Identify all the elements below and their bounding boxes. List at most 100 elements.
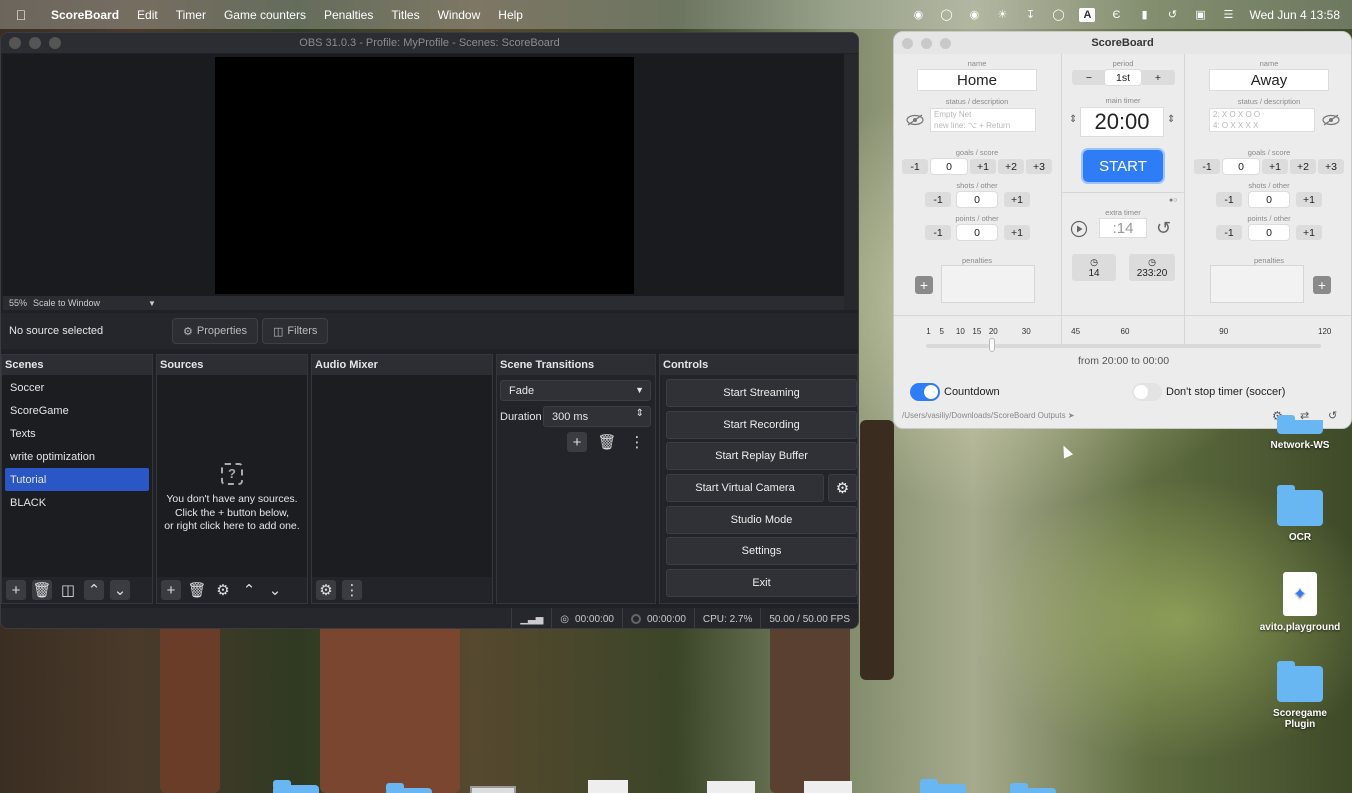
period-minus-button[interactable]: − [1072,70,1106,85]
duration-stepper[interactable]: 300 ms ⇕ [543,406,651,427]
duration-slider-track[interactable] [926,344,1321,348]
away-penalties-list[interactable] [1210,265,1304,303]
menu-timer[interactable]: Timer [167,8,215,22]
start-button[interactable]: START [1083,150,1163,182]
dont-stop-toggle[interactable] [1132,383,1162,401]
time-machine-icon[interactable]: ↺ [1165,8,1179,22]
away-add-penalty-button[interactable]: + [1313,276,1331,294]
home-goals-minus1-button[interactable]: -1 [902,159,928,174]
more-icon[interactable]: ⋮ [627,432,647,452]
away-status-input[interactable]: 2: X O X O O 4: O X X X X [1209,108,1315,132]
output-path-link[interactable]: /Users/vasiliy/Downloads/ScoreBoard Outp… [902,411,1075,420]
obs-titlebar[interactable]: OBS 31.0.3 - Profile: MyProfile - Scenes… [1,33,858,53]
scene-item-selected[interactable]: Tutorial [5,468,149,491]
period-plus-button[interactable]: + [1141,70,1175,85]
stepper-icon[interactable]: ⇕ [636,408,644,419]
period-value[interactable]: 1st [1105,70,1141,85]
scene-filters-icon[interactable]: ◫ [58,580,78,600]
record-icon[interactable]: ◉ [911,8,925,22]
chevron-down-icon[interactable]: ▼ [142,299,156,308]
history-icon[interactable]: ↺ [1156,218,1171,239]
away-points-minus1-button[interactable]: -1 [1216,225,1242,240]
add-scene-icon[interactable]: + [6,580,26,600]
menu-penalties[interactable]: Penalties [315,8,382,22]
scene-item[interactable]: write optimization [2,445,152,468]
remove-scene-icon[interactable]: 🗑 [32,580,52,600]
file-icon[interactable] [707,781,755,793]
timer-stepper-icon[interactable]: ⇕ [1167,114,1175,125]
file-icon[interactable] [470,786,516,793]
circle-icon[interactable]: ◯ [1051,8,1065,22]
menubar-clock[interactable]: Wed Jun 4 13:58 [1249,8,1340,22]
home-shots-plus1-button[interactable]: +1 [1004,192,1030,207]
away-shots-plus1-button[interactable]: +1 [1296,192,1322,207]
battery-icon[interactable]: ▮ [1137,8,1151,22]
home-penalties-list[interactable] [941,265,1035,303]
home-points-plus1-button[interactable]: +1 [1004,225,1030,240]
preview-scrollbar[interactable] [844,54,858,310]
scene-item[interactable]: ScoreGame [2,399,152,422]
home-name-input[interactable]: Home [917,69,1037,91]
filters-button[interactable]: ◫ Filters [262,318,329,344]
control-center-icon[interactable]: ☰ [1221,8,1235,22]
app-icon[interactable]: ◉ [967,8,981,22]
add-source-icon[interactable]: + [161,580,181,600]
screen-share-icon[interactable]: ▣ [1193,8,1207,22]
download-icon[interactable]: ↧ [1023,8,1037,22]
bluetooth-icon[interactable]: Є [1109,8,1123,22]
scoreboard-titlebar[interactable]: ScoreBoard [894,32,1351,54]
away-goals-minus1-button[interactable]: -1 [1194,159,1220,174]
move-down-icon[interactable]: ⌄ [110,580,130,600]
home-goals-value[interactable]: 0 [931,159,967,174]
desktop-icon-scoregame-plugin[interactable]: Scoregame Plugin [1258,661,1342,730]
away-goals-plus3-button[interactable]: +3 [1318,159,1344,174]
desktop-icon-ocr[interactable]: OCR [1258,485,1342,543]
menu-help[interactable]: Help [489,8,532,22]
exit-button[interactable]: Exit [666,569,857,597]
home-shots-value[interactable]: 0 [957,192,997,207]
file-icon[interactable] [588,780,628,793]
desktop-icon-network-ws[interactable]: Network-WS [1258,415,1342,451]
start-recording-button[interactable]: Start Recording [666,411,857,439]
history-right-button[interactable]: ◷ 233:20 [1129,254,1175,281]
timer-stepper-icon[interactable]: ⇕ [1069,114,1077,125]
menu-game-counters[interactable]: Game counters [215,8,315,22]
extra-timer-display[interactable]: :14 [1099,218,1147,238]
away-points-plus1-button[interactable]: +1 [1296,225,1322,240]
remove-transition-icon[interactable]: 🗑 [597,432,617,452]
folder-icon[interactable] [273,780,319,793]
folder-icon[interactable] [920,779,966,793]
sources-list[interactable]: ? You don't have any sources. Click the … [157,375,307,579]
play-icon[interactable] [1070,220,1088,238]
scene-item[interactable]: BLACK [2,491,152,514]
file-icon[interactable] [804,781,852,793]
move-down-icon[interactable]: ⌄ [265,580,285,600]
eye-slash-icon[interactable] [906,114,924,126]
settings-button[interactable]: Settings [666,537,857,565]
folder-icon[interactable] [1010,783,1056,793]
more-icon[interactable]: ⋮ [342,580,362,600]
preview-canvas[interactable] [215,57,634,294]
history-left-button[interactable]: ◷ 14 [1072,254,1116,281]
remove-source-icon[interactable]: 🗑 [187,580,207,600]
input-source-icon[interactable]: A [1079,7,1096,22]
away-goals-plus1-button[interactable]: +1 [1262,159,1288,174]
start-streaming-button[interactable]: Start Streaming [666,379,857,407]
home-goals-plus2-button[interactable]: +2 [998,159,1024,174]
away-goals-plus2-button[interactable]: +2 [1290,159,1316,174]
transition-select[interactable]: Fade ▼ [500,380,651,401]
home-shots-minus1-button[interactable]: -1 [925,192,951,207]
apple-icon[interactable]:  [0,7,42,23]
desktop-icon-avito-playground[interactable]: ✦ avito.playground [1258,572,1342,633]
home-goals-plus3-button[interactable]: +3 [1026,159,1052,174]
home-goals-plus1-button[interactable]: +1 [970,159,996,174]
move-up-icon[interactable]: ⌃ [84,580,104,600]
countdown-toggle[interactable] [910,383,940,401]
folder-icon[interactable] [386,783,432,793]
duration-slider-thumb[interactable] [988,338,995,352]
virtual-camera-settings-button[interactable]: ⚙ [828,474,857,502]
audio-settings-icon[interactable]: ⚙ [316,580,336,600]
scene-item[interactable]: Texts [2,422,152,445]
home-points-minus1-button[interactable]: -1 [925,225,951,240]
menu-app[interactable]: ScoreBoard [42,8,128,22]
